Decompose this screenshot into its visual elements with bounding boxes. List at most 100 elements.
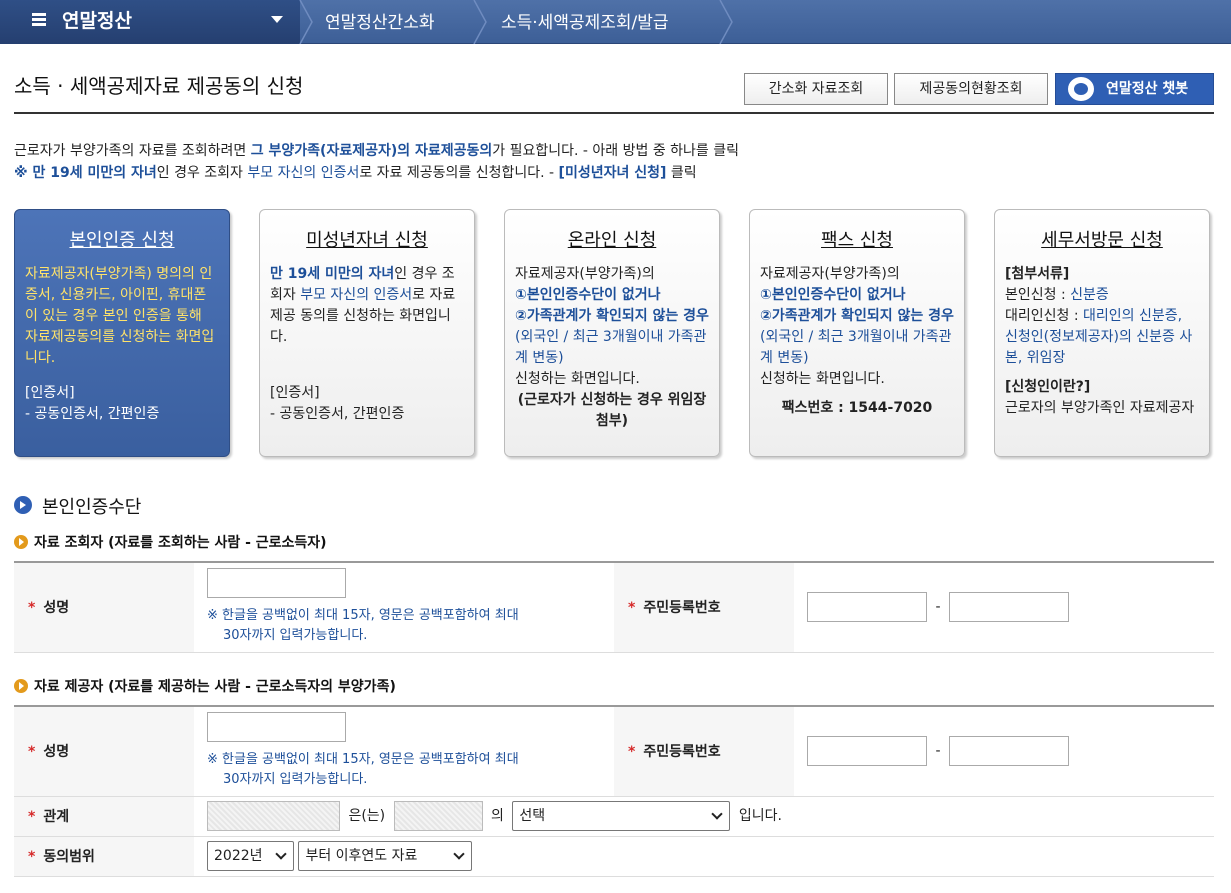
card-desc-5: 신청하는 화면입니다.: [760, 371, 885, 387]
top-nav: 연말정산 연말정산간소화 소득·세액공제조회/발급: [0, 0, 1231, 45]
intro-text: 가 필요합니다. - 아래 방법 중 하나를 클릭: [492, 143, 740, 159]
provider-subtitle: 자료 제공자 (자료를 제공하는 사람 - 근로소득자의 부양가족): [14, 676, 396, 696]
intro-highlight: 그 부양가족(자료제공자)의 자료제공동의: [250, 143, 493, 159]
provider-rrn-back-input[interactable]: [948, 736, 1069, 767]
card-desc-1: 자료제공자(부양가족)의: [515, 266, 655, 282]
card-desc-5: 신청하는 화면입니다.: [515, 371, 640, 387]
chatbot-button[interactable]: 연말정산 챗봇: [1055, 73, 1214, 105]
card-visit[interactable]: 세무서방문 신청 [첨부서류] 본인신청 : 신분증 대리인신청 : 대리인의 …: [994, 209, 1210, 457]
card-desc-3: ②가족관계가 확인되지 않는 경우 (외국인 / 최근 3개월이내 가족관계 변동…: [515, 306, 709, 369]
provider-name-input[interactable]: [207, 712, 346, 743]
card-desc: 자료제공자(부양가족) 명의의 인증서, 신용카드, 아이핀, 휴대폰이 있는 …: [25, 266, 215, 366]
intro-text: 로 자료 제공동의를 신청합니다. -: [359, 165, 559, 181]
chatbot-label: 연말정산 챗봇: [1106, 81, 1189, 97]
breadcrumb-separator-icon: [718, 0, 738, 45]
menu-dropdown[interactable]: 연말정산: [0, 0, 300, 44]
simple-data-view-button[interactable]: 간소화 자료조회: [744, 73, 888, 105]
required-mark: *: [628, 744, 636, 761]
breadcrumb-separator-icon: [472, 0, 492, 45]
card-desc-highlight: 부모 자신의 인증서: [300, 287, 413, 303]
viewer-subtitle: 자료 조회자 (자료를 조회하는 사람 - 근로소득자): [14, 532, 327, 552]
card-desc-note: (외국인 / 최근 3개월이내 가족관계 변동): [760, 329, 952, 366]
title-divider: [14, 112, 1214, 114]
card-desc-highlight: ②가족관계가 확인되지 않는 경우: [760, 308, 954, 324]
card-desc-1: 자료제공자(부양가족)의: [760, 266, 900, 282]
card-title[interactable]: 본인인증 신청: [25, 226, 219, 252]
year-select[interactable]: 2022년: [207, 841, 294, 871]
range-label: * 동의범위: [14, 836, 194, 877]
label-text: 동의범위: [43, 849, 95, 865]
relation-label: * 관계: [14, 796, 194, 837]
provider-form: * 성명 ※ 한글을 공백없이 최대 15자, 영문은 공백포함하여 최대 30자…: [14, 705, 1214, 877]
required-mark: *: [28, 600, 36, 617]
relation-subject-field: [207, 801, 340, 831]
intro-text: 클릭: [666, 165, 697, 181]
label-text: 주민등록번호: [643, 600, 721, 617]
card-docs-head: [첨부서류]: [1005, 266, 1070, 282]
viewer-rrn-back-input[interactable]: [948, 592, 1069, 623]
card-desc-highlight: 만 19세 미만의 자녀: [270, 266, 395, 282]
card-title[interactable]: 팩스 신청: [760, 226, 954, 252]
viewer-form: * 성명 ※ 한글을 공백없이 최대 15자, 영문은 공백포함하여 최대 30자…: [14, 561, 1214, 653]
arrow-circle-icon: [14, 679, 28, 693]
required-mark: *: [28, 849, 36, 865]
relation-object-field: [393, 801, 483, 831]
provider-name-label: * 성명: [14, 706, 194, 797]
relation-particle: 은(는): [348, 808, 386, 824]
chatbot-icon: [1068, 77, 1094, 101]
viewer-rrn-front-input[interactable]: [807, 592, 927, 623]
relation-select[interactable]: 선택: [512, 801, 731, 831]
card-online[interactable]: 온라인 신청 자료제공자(부양가족)의 ①본인인증수단이 없거나 ②가족관계가 …: [504, 209, 720, 457]
relation-select-value: 선택: [519, 808, 546, 824]
label-text: 성명: [43, 744, 70, 761]
card-who-head: [신청인이란?]: [1005, 379, 1091, 395]
relation-particle: 의: [491, 808, 504, 824]
card-title[interactable]: 세무서방문 신청: [1005, 226, 1199, 252]
intro-text: 인 경우 조회자: [156, 165, 248, 181]
breadcrumb-item-deduction[interactable]: 소득·세액공제조회/발급: [501, 8, 669, 33]
viewer-subtitle-text: 자료 조회자 (자료를 조회하는 사람 - 근로소득자): [34, 535, 327, 551]
card-desc-highlight: 신분증: [1070, 287, 1109, 303]
section-title: 본인인증수단: [14, 493, 141, 519]
card-minor[interactable]: 미성년자녀 신청 만 19세 미만의 자녀인 경우 조회자 부모 자신의 인증서…: [259, 209, 475, 457]
card-desc-text: 본인신청 :: [1005, 287, 1071, 303]
rrn-dash: -: [935, 599, 941, 616]
required-mark: *: [28, 744, 36, 761]
consent-status-button[interactable]: 제공동의현황조회: [894, 73, 1048, 105]
viewer-name-input[interactable]: [207, 568, 346, 599]
chevron-down-icon: [711, 808, 724, 820]
intro-line-2: ※ 만 19세 미만의 자녀인 경우 조회자 부모 자신의 인증서로 자료 제공…: [14, 162, 697, 182]
card-self-docs: 본인신청 : 신분증: [1005, 285, 1199, 306]
card-desc-2: ①본인인증수단이 없거나: [515, 287, 661, 303]
chevron-down-icon: [275, 848, 287, 860]
provider-rrn-front-input[interactable]: [807, 736, 927, 767]
intro-highlight: 부모 자신의 인증서: [247, 165, 360, 181]
arrow-circle-icon: [14, 535, 28, 549]
range-select[interactable]: 부터 이후연도 자료: [298, 841, 473, 871]
card-desc-3: ②가족관계가 확인되지 않는 경우 (외국인 / 최근 3개월이내 가족관계 변동…: [760, 306, 954, 369]
label-text: 관계: [43, 809, 70, 825]
arrow-circle-icon: [14, 496, 32, 514]
intro-line-1: 근로자가 부양가족의 자료를 조회하려면 그 부양가족(자료제공자)의 자료제공…: [14, 140, 739, 160]
year-select-value: 2022년: [214, 848, 263, 864]
range-select-value: 부터 이후연도 자료: [305, 848, 418, 864]
viewer-rrn-label: * 주민등록번호: [614, 562, 794, 653]
name-note-2: 30자까지 입력가능합니다.: [223, 772, 368, 788]
intro-text: 근로자가 부양가족의 자료를 조회하려면: [14, 143, 251, 159]
card-desc-2: ①본인인증수단이 없거나: [760, 287, 906, 303]
viewer-name-label: * 성명: [14, 562, 194, 653]
menu-title: 연말정산: [62, 10, 132, 32]
breadcrumb-separator-icon: [298, 0, 318, 45]
chevron-down-icon: [453, 848, 466, 860]
hamburger-icon: [32, 13, 46, 27]
provider-subtitle-text: 자료 제공자 (자료를 제공하는 사람 - 근로소득자의 부양가족): [34, 679, 396, 695]
name-note-2: 30자까지 입력가능합니다.: [223, 628, 368, 644]
breadcrumb-item-simplified[interactable]: 연말정산간소화: [325, 8, 434, 33]
card-self-auth[interactable]: 본인인증 신청 자료제공자(부양가족) 명의의 인증서, 신용카드, 아이핀, …: [14, 209, 230, 457]
intro-highlight: [미성년자녀 신청]: [558, 165, 667, 181]
card-fax[interactable]: 팩스 신청 자료제공자(부양가족)의 ①본인인증수단이 없거나 ②가족관계가 확…: [749, 209, 965, 457]
card-title[interactable]: 미성년자녀 신청: [270, 226, 464, 252]
name-note-1: ※ 한글을 공백없이 최대 15자, 영문은 공백포함하여 최대: [207, 752, 519, 768]
card-cert-body: - 공동인증서, 간편인증: [270, 406, 405, 422]
card-title[interactable]: 온라인 신청: [515, 226, 709, 252]
